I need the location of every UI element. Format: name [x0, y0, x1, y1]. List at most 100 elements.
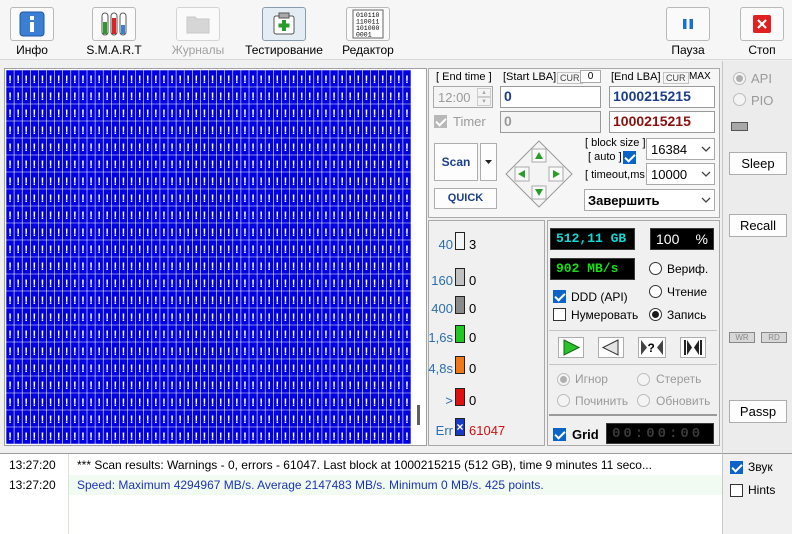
error-block: ! — [397, 244, 401, 256]
end-time-down[interactable]: ▼ — [477, 97, 491, 106]
error-block: ! — [178, 74, 182, 86]
error-block: ! — [105, 193, 109, 205]
random-seek-button[interactable]: ? — [638, 337, 666, 358]
ddd-api-checkbox[interactable] — [553, 290, 566, 303]
error-block: ! — [186, 363, 190, 375]
auto-checkbox[interactable] — [623, 151, 636, 164]
pause-icon — [666, 7, 710, 41]
error-block: ! — [97, 159, 101, 171]
scan-button[interactable]: Scan — [434, 143, 478, 181]
error-block: ! — [33, 312, 37, 324]
error-block: ! — [332, 295, 336, 307]
info-icon — [10, 7, 54, 41]
error-block: ! — [332, 91, 336, 103]
navigation-pad[interactable] — [504, 139, 574, 209]
erase-radio[interactable] — [637, 373, 650, 386]
map-scroll-thumb[interactable] — [417, 405, 420, 425]
max-label[interactable]: MAX — [689, 71, 711, 82]
error-block: ! — [81, 142, 85, 154]
error-block: ! — [122, 414, 126, 426]
ignore-radio[interactable] — [557, 373, 570, 386]
error-block: ! — [324, 244, 328, 256]
end-lba-field[interactable]: 1000215215 — [609, 86, 715, 108]
error-block: ! — [186, 329, 190, 341]
error-block: ! — [324, 210, 328, 222]
error-block: ! — [243, 380, 247, 392]
error-block: ! — [97, 380, 101, 392]
legend-label: 4,8s — [428, 361, 453, 376]
grid-checkbox[interactable] — [553, 428, 566, 441]
scan-dropdown-button[interactable] — [480, 143, 497, 181]
error-block: ! — [138, 159, 142, 171]
pio-radio[interactable] — [733, 93, 746, 106]
error-block: ! — [357, 227, 361, 239]
testing-button[interactable]: Тестирование — [243, 0, 325, 60]
end-time-field[interactable]: 12:00 ▲ ▼ — [433, 86, 493, 108]
error-block: ! — [308, 210, 312, 222]
error-block: ! — [235, 295, 239, 307]
error-block: ! — [65, 193, 69, 205]
error-block: ! — [186, 227, 190, 239]
error-block: ! — [259, 312, 263, 324]
start-cur-field[interactable]: 0 — [580, 70, 601, 83]
hints-checkbox[interactable] — [730, 484, 743, 497]
error-block: ! — [243, 261, 247, 273]
timeout-select[interactable]: 10000 — [646, 163, 715, 185]
recall-button[interactable]: Recall — [729, 214, 787, 237]
finish-action-select[interactable]: Завершить — [584, 189, 715, 211]
error-block: ! — [324, 108, 328, 120]
error-block: ! — [81, 193, 85, 205]
start-lba-field[interactable]: 0 — [500, 86, 601, 108]
timer-value-field[interactable]: 0 — [500, 111, 601, 133]
end-time-up[interactable]: ▲ — [477, 88, 491, 97]
end-lba-field-2[interactable]: 1000215215 — [609, 111, 715, 133]
read-radio[interactable] — [649, 285, 662, 298]
error-block: ! — [81, 278, 85, 290]
api-radio[interactable] — [733, 72, 746, 85]
end-cur-label[interactable]: CUR — [663, 72, 689, 84]
hints-label: Hints — [748, 483, 776, 497]
passp-button[interactable]: Passp — [729, 400, 787, 423]
stop-button[interactable]: Стоп — [740, 0, 784, 60]
info-button[interactable]: Инфо — [8, 0, 56, 60]
error-block: ! — [284, 363, 288, 375]
butterfly-button[interactable] — [680, 337, 706, 358]
sound-checkbox[interactable] — [730, 461, 743, 474]
write-radio[interactable] — [649, 308, 662, 321]
error-block: ! — [81, 363, 85, 375]
refresh-radio[interactable] — [637, 394, 650, 407]
error-block: ! — [41, 193, 45, 205]
error-block: ! — [33, 397, 37, 409]
error-block: ! — [162, 210, 166, 222]
editor-button[interactable]: 010110 110011 101000 0001 Редактор — [338, 0, 398, 60]
error-block: ! — [105, 91, 109, 103]
sleep-button[interactable]: Sleep — [729, 152, 787, 175]
play-button[interactable] — [558, 337, 584, 358]
rewind-button[interactable] — [598, 337, 624, 358]
start-cur-label[interactable]: CUR — [557, 72, 583, 84]
error-block: ! — [251, 431, 255, 443]
legend-label: 40 — [438, 237, 453, 252]
error-block: ! — [300, 74, 304, 86]
block-map[interactable]: !!!!!!!!!!!!!!!!!!!!!!!!!!!!!!!!!!!!!!!!… — [4, 68, 427, 446]
error-block: ! — [41, 227, 45, 239]
error-block: ! — [24, 227, 28, 239]
error-block: ! — [276, 346, 280, 358]
pause-button[interactable]: Пауза — [666, 0, 710, 60]
error-block: ! — [114, 278, 118, 290]
timer-checkbox[interactable] — [434, 115, 447, 128]
event-log[interactable]: 13:27:20 *** Scan results: Warnings - 0,… — [0, 453, 722, 534]
error-block: ! — [308, 261, 312, 273]
error-block: ! — [276, 397, 280, 409]
error-block: ! — [365, 346, 369, 358]
error-block: ! — [348, 295, 352, 307]
quick-button[interactable]: QUICK — [434, 188, 497, 209]
numerate-checkbox[interactable] — [553, 308, 566, 321]
verify-radio[interactable] — [649, 262, 662, 275]
repair-radio[interactable] — [557, 394, 570, 407]
error-block: ! — [308, 193, 312, 205]
journals-button[interactable]: Журналы — [168, 0, 228, 60]
smart-button[interactable]: S.M.A.R.T — [84, 0, 144, 60]
block-size-select[interactable]: 16384 — [646, 138, 715, 160]
error-block: ! — [138, 91, 142, 103]
